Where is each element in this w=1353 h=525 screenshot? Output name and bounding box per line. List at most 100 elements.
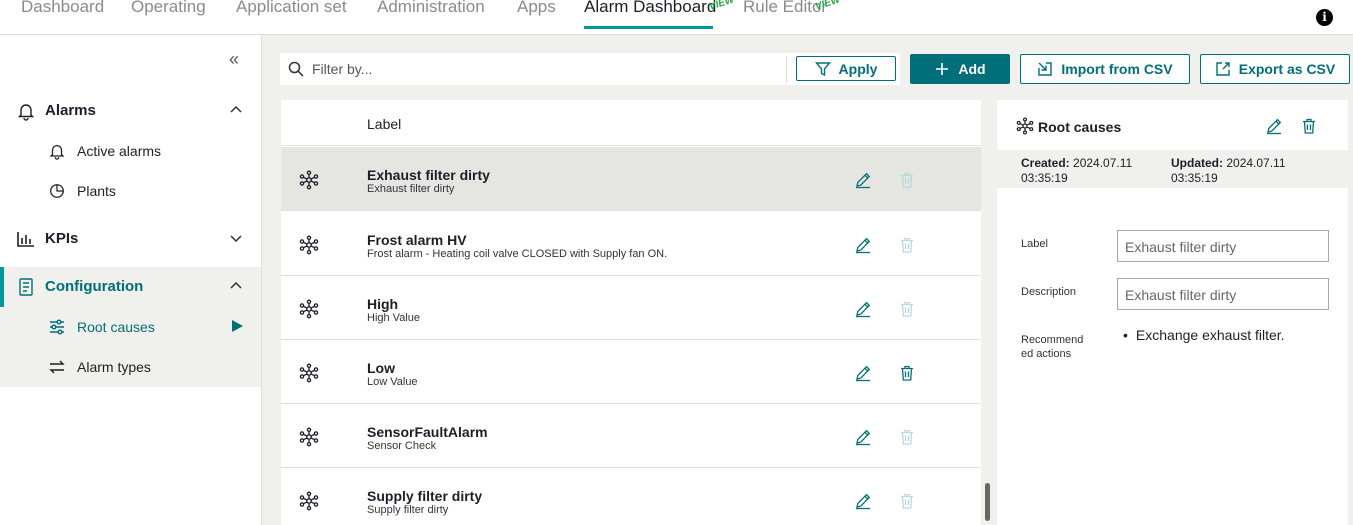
root-cause-icon xyxy=(299,363,319,383)
apply-filter-button[interactable]: Apply xyxy=(796,56,896,81)
trash-icon[interactable] xyxy=(898,364,916,382)
updated-time: 03:35:19 xyxy=(1171,171,1218,185)
sidebar-item-label: Active alarms xyxy=(77,143,162,159)
active-item-arrow-icon xyxy=(232,320,243,332)
filter-input[interactable] xyxy=(312,57,792,81)
sidebar-item-label: Root causes xyxy=(77,319,155,335)
sidebar-group-configuration[interactable]: Configuration xyxy=(0,267,261,307)
recommended-actions-label: Recommend ed actions xyxy=(1021,333,1083,361)
root-cause-icon xyxy=(299,427,319,447)
recommended-actions-list: Exchange exhaust filter. xyxy=(1123,327,1285,343)
preview-badge-rule-editor: VIEW xyxy=(813,0,842,13)
updated-info: Updated: 2024.07.11 03:35:19 xyxy=(1171,156,1286,186)
edit-pencil-icon[interactable] xyxy=(854,428,872,446)
table-row[interactable]: SensorFaultAlarm Sensor Check xyxy=(281,404,981,468)
table-row[interactable]: High High Value xyxy=(281,276,981,340)
collapse-sidebar-icon[interactable]: « xyxy=(229,49,239,70)
tab-administration[interactable]: Administration xyxy=(377,0,485,17)
trash-icon[interactable] xyxy=(898,300,916,318)
tab-alarm-dashboard[interactable]: Alarm Dashboard xyxy=(584,0,716,17)
import-csv-button[interactable]: Import from CSV xyxy=(1020,54,1190,84)
root-cause-icon xyxy=(299,235,319,255)
info-icon[interactable]: i xyxy=(1316,9,1333,26)
sidebar: « Alarms Active alarms Plants KPIs Confi… xyxy=(0,35,262,525)
description-field[interactable]: Exhaust filter dirty xyxy=(1117,278,1329,310)
chevron-down-icon xyxy=(230,235,242,243)
export-icon xyxy=(1216,62,1230,76)
column-header-label[interactable]: Label xyxy=(367,116,401,132)
filter-icon xyxy=(814,61,831,76)
edit-pencil-icon[interactable] xyxy=(1265,117,1283,135)
table-row[interactable]: Supply filter dirty Supply filter dirty xyxy=(281,468,981,525)
sidebar-item-label: Alarm types xyxy=(77,359,151,375)
label-field-label: Label xyxy=(1021,238,1048,250)
sidebar-group-alarms[interactable]: Alarms xyxy=(0,91,261,131)
created-time: 03:35:19 xyxy=(1021,171,1068,185)
plus-icon xyxy=(936,63,949,75)
sidebar-item-plants[interactable]: Plants xyxy=(0,171,261,211)
root-cause-icon xyxy=(1016,117,1034,135)
add-label: Add xyxy=(958,61,986,77)
recommended-label-line2: ed actions xyxy=(1021,348,1072,360)
sidebar-group-kpis[interactable]: KPIs xyxy=(0,219,261,259)
row-subtitle: Supply filter dirty xyxy=(367,504,449,516)
bell-icon xyxy=(49,144,65,160)
sidebar-item-active-alarms[interactable]: Active alarms xyxy=(0,131,261,171)
sidebar-group-label: KPIs xyxy=(45,230,79,247)
sidebar-item-alarm-types[interactable]: Alarm types xyxy=(0,347,261,387)
root-cause-icon xyxy=(299,299,319,319)
trash-icon[interactable] xyxy=(898,236,916,254)
row-title: SensorFaultAlarm xyxy=(367,424,488,440)
list-scrollbar[interactable] xyxy=(985,483,990,521)
row-subtitle: Low Value xyxy=(367,376,418,388)
tab-dashboard[interactable]: Dashboard xyxy=(21,0,104,17)
updated-label: Updated: xyxy=(1171,156,1223,170)
import-label: Import from CSV xyxy=(1061,61,1173,77)
preview-badge-alarm-dashboard: VIEW xyxy=(707,0,736,13)
add-button[interactable]: Add xyxy=(910,54,1010,84)
trash-icon[interactable] xyxy=(1300,117,1318,135)
created-label: Created: xyxy=(1021,156,1070,170)
swap-arrows-icon xyxy=(49,360,65,374)
bar-chart-icon xyxy=(17,232,34,247)
import-icon xyxy=(1038,62,1053,76)
detail-meta: Created: 2024.07.11 03:35:19 Updated: 20… xyxy=(997,150,1348,188)
edit-pencil-icon[interactable] xyxy=(854,492,872,510)
tab-application-set[interactable]: Application set xyxy=(236,0,347,17)
label-field[interactable]: Exhaust filter dirty xyxy=(1117,230,1329,262)
trash-icon[interactable] xyxy=(898,428,916,446)
tab-apps[interactable]: Apps xyxy=(517,0,556,17)
root-cause-icon xyxy=(299,491,319,511)
active-tab-indicator xyxy=(584,26,713,29)
created-date: 2024.07.11 xyxy=(1073,156,1133,170)
table-row[interactable]: Frost alarm HV Frost alarm - Heating coi… xyxy=(281,212,981,276)
created-info: Created: 2024.07.11 03:35:19 xyxy=(1021,156,1132,186)
edit-pencil-icon[interactable] xyxy=(854,171,872,189)
filter-divider xyxy=(786,56,787,82)
root-cause-icon xyxy=(299,170,319,190)
updated-date: 2024.07.11 xyxy=(1226,156,1286,170)
root-causes-list: Label Exhaust filter dirty Exhaust filte… xyxy=(281,100,981,525)
row-title: Frost alarm HV xyxy=(367,232,467,248)
sidebar-item-root-causes[interactable]: Root causes xyxy=(0,307,261,347)
sidebar-group-label: Alarms xyxy=(45,102,96,119)
list-header: Label xyxy=(281,100,981,146)
row-subtitle: Frost alarm - Heating coil valve CLOSED … xyxy=(367,248,668,260)
configuration-icon xyxy=(19,278,33,296)
edit-pencil-icon[interactable] xyxy=(854,300,872,318)
tab-operating[interactable]: Operating xyxy=(131,0,206,17)
sidebar-group-label: Configuration xyxy=(45,278,144,295)
table-row[interactable]: Exhaust filter dirty Exhaust filter dirt… xyxy=(281,147,981,211)
row-title: Low xyxy=(367,360,395,376)
table-row[interactable]: Low Low Value xyxy=(281,340,981,404)
row-title: Supply filter dirty xyxy=(367,488,483,504)
sidebar-item-label: Plants xyxy=(77,183,116,199)
edit-pencil-icon[interactable] xyxy=(854,364,872,382)
trash-icon[interactable] xyxy=(898,492,916,510)
search-icon xyxy=(288,61,304,77)
edit-pencil-icon[interactable] xyxy=(854,236,872,254)
recommended-label-line1: Recommend xyxy=(1021,334,1084,346)
export-label: Export as CSV xyxy=(1238,61,1336,77)
export-csv-button[interactable]: Export as CSV xyxy=(1200,54,1350,84)
trash-icon[interactable] xyxy=(898,171,916,189)
